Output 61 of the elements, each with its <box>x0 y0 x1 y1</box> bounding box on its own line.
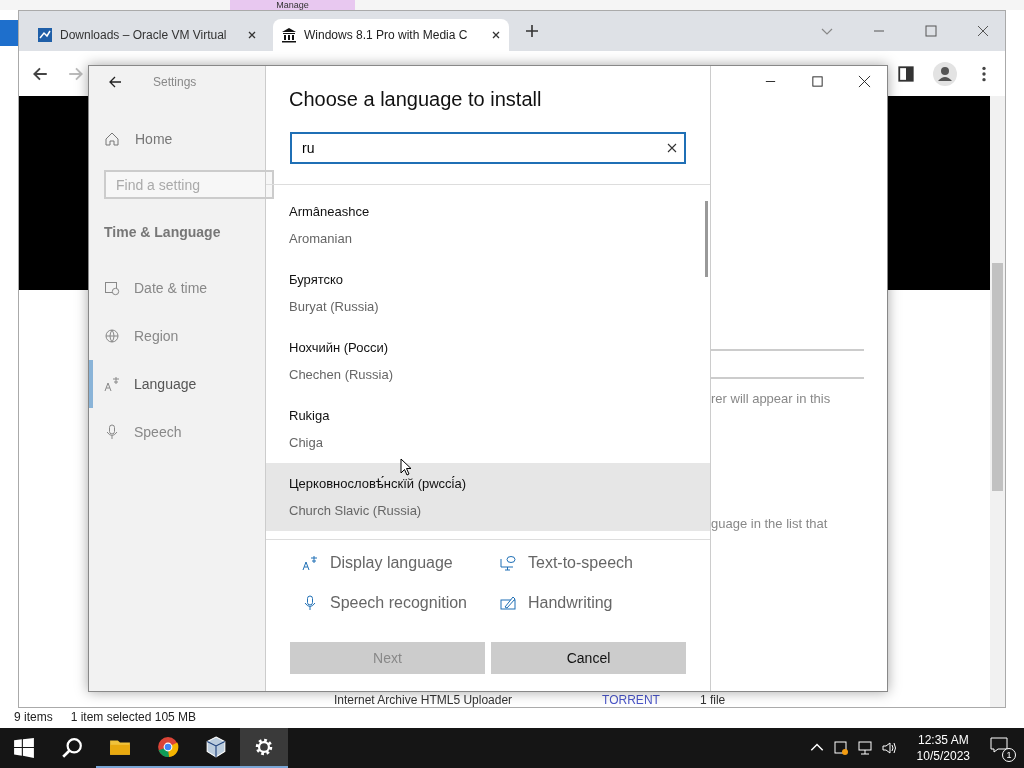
settings-icon <box>253 736 275 758</box>
description-text: rer will appear in this <box>711 391 831 406</box>
favicon-icon <box>37 27 53 43</box>
torrent-link[interactable]: TORRENT <box>602 694 660 707</box>
close-icon[interactable] <box>976 24 990 38</box>
maximize-icon[interactable] <box>811 75 824 88</box>
windows-logo-icon <box>13 737 35 759</box>
feature-label: Display language <box>330 554 453 572</box>
chrome-icon <box>157 736 179 758</box>
input-field[interactable] <box>711 349 864 379</box>
language-icon <box>104 376 120 392</box>
search-icon <box>61 737 83 759</box>
calendar-icon <box>104 280 120 296</box>
cube-icon <box>205 736 227 758</box>
taskbar-button[interactable] <box>240 728 288 768</box>
globe-icon <box>104 328 120 344</box>
search-field[interactable]: Find a setting <box>104 170 274 199</box>
feature-label: Speech recognition <box>330 594 467 612</box>
browser-tab[interactable]: Windows 8.1 Pro with Media C <box>273 19 509 51</box>
security-icon[interactable] <box>832 740 849 756</box>
search-field[interactable]: ru <box>290 132 686 164</box>
nav-item[interactable]: Language <box>89 360 265 408</box>
status-text: 9 items <box>14 710 53 724</box>
language-option[interactable]: Rukiga Chiga <box>266 395 710 463</box>
section-heading: Time & Language <box>104 224 222 240</box>
close-icon[interactable] <box>491 30 501 40</box>
close-icon[interactable] <box>247 30 257 40</box>
status-text: 1 item selected 105 MB <box>70 710 197 724</box>
home-icon <box>104 131 120 147</box>
cancel-button[interactable]: Cancel <box>491 642 686 674</box>
browser-tab[interactable]: Downloads – Oracle VM Virtual <box>29 19 265 51</box>
side-panel-icon[interactable] <box>897 64 915 83</box>
close-icon[interactable] <box>858 75 871 88</box>
microphone-icon <box>302 595 318 611</box>
dialog-title: Choose a language to install <box>288 87 543 112</box>
network-icon[interactable] <box>856 740 873 756</box>
description-text: guage in the list that <box>711 516 828 531</box>
uploader-text: Internet Archive HTML5 Uploader <box>334 694 513 707</box>
language-icon <box>302 555 318 571</box>
profile-icon[interactable] <box>933 61 957 86</box>
volume-icon[interactable] <box>880 740 897 756</box>
back-icon[interactable] <box>107 74 123 90</box>
temple-icon <box>281 27 297 43</box>
clear-icon[interactable] <box>667 143 677 153</box>
home-link[interactable]: Home <box>104 126 265 152</box>
feature-label: Text-to-speech <box>528 554 633 572</box>
cursor-icon <box>400 458 412 476</box>
microphone-icon <box>104 424 120 440</box>
feature-label: Handwriting <box>528 594 613 612</box>
pen-icon <box>500 595 516 611</box>
language-option[interactable]: Церковнословѣ́нскїй (рwссі́а) Church Slavic (Russia) <box>266 463 710 531</box>
file-count: 1 file <box>699 694 726 707</box>
clock[interactable]: 12:35 AM 10/5/2023 <box>916 732 970 764</box>
scrollbar[interactable] <box>705 201 708 277</box>
language-option[interactable]: Нохчийн (Росси) Chechen (Russia) <box>266 327 710 395</box>
app-title: Settings <box>153 75 197 89</box>
language-option[interactable]: Бурятско Buryat (Russia) <box>266 259 710 327</box>
monitor-icon <box>500 555 516 571</box>
scrollbar[interactable] <box>990 96 1005 707</box>
new-tab-icon[interactable] <box>525 24 539 38</box>
ribbon-tab[interactable]: Manage <box>230 0 355 10</box>
